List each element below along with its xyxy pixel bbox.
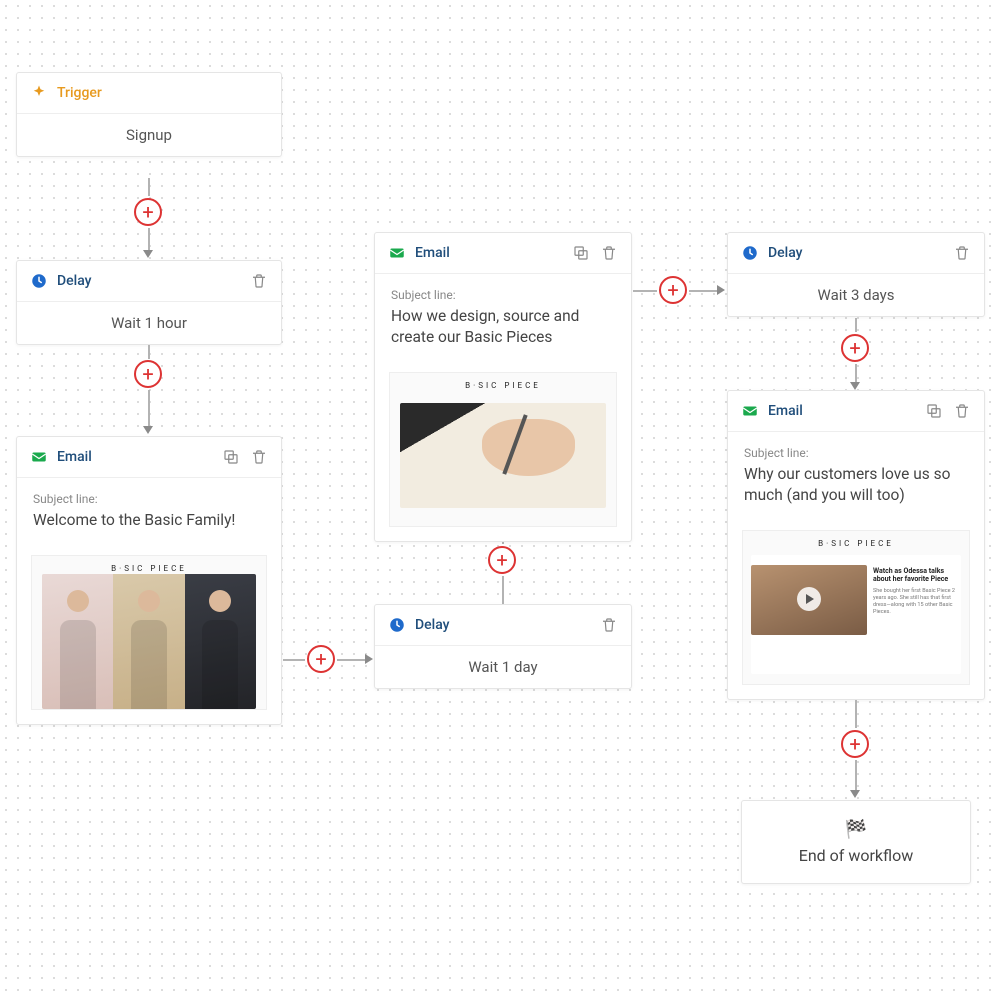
connector-line bbox=[855, 700, 857, 728]
arrowhead-down-icon bbox=[143, 250, 153, 258]
trash-icon[interactable] bbox=[249, 447, 269, 467]
email-body: Subject line: Why our customers love us … bbox=[728, 432, 984, 520]
delay-header: Delay bbox=[17, 261, 281, 302]
connector-line bbox=[148, 345, 150, 359]
clock-icon bbox=[740, 243, 760, 263]
subject-label: Subject line: bbox=[744, 446, 968, 460]
trash-icon[interactable] bbox=[599, 243, 619, 263]
testimonial-heading: Watch as Odessa talks about her favorite… bbox=[873, 567, 957, 584]
copy-icon[interactable] bbox=[924, 401, 944, 421]
email-header: Email bbox=[728, 391, 984, 432]
clock-icon bbox=[29, 271, 49, 291]
email-thumbnail: B·SIC PIECE Watch as Odessa talks about … bbox=[742, 530, 970, 685]
end-node: 🏁 End of workflow bbox=[741, 800, 971, 884]
thumbnail-brand: B·SIC PIECE bbox=[743, 539, 969, 548]
thumbnail-brand: B·SIC PIECE bbox=[32, 564, 266, 573]
delay-body: Wait 1 day bbox=[375, 646, 631, 688]
add-step-button[interactable]: + bbox=[488, 546, 516, 574]
add-step-button[interactable]: + bbox=[134, 198, 162, 226]
mail-icon bbox=[740, 401, 760, 421]
email-node-1[interactable]: Email Subject line: Welcome to the Basic… bbox=[16, 436, 282, 725]
add-step-button[interactable]: + bbox=[307, 645, 335, 673]
mail-icon bbox=[29, 447, 49, 467]
flag-icon: 🏁 bbox=[752, 819, 960, 840]
connector-line bbox=[689, 290, 717, 292]
trash-icon[interactable] bbox=[952, 401, 972, 421]
subject-label: Subject line: bbox=[391, 288, 615, 302]
connector-line bbox=[148, 228, 150, 250]
subject-label: Subject line: bbox=[33, 492, 265, 506]
delay-body: Wait 1 hour bbox=[17, 302, 281, 344]
trigger-node[interactable]: Trigger Signup bbox=[16, 72, 282, 157]
subject-text: Why our customers love us so much (and y… bbox=[744, 464, 968, 506]
arrowhead-right-icon bbox=[717, 285, 725, 295]
add-step-button[interactable]: + bbox=[134, 360, 162, 388]
delay-type-label: Delay bbox=[57, 273, 92, 289]
trigger-header: Trigger bbox=[17, 73, 281, 114]
play-icon bbox=[797, 587, 821, 611]
email-type-label: Email bbox=[415, 245, 450, 261]
add-step-button[interactable]: + bbox=[659, 276, 687, 304]
trigger-body: Signup bbox=[17, 114, 281, 156]
subject-text: Welcome to the Basic Family! bbox=[33, 510, 265, 531]
connector-line bbox=[148, 178, 150, 196]
connector-line bbox=[855, 318, 857, 332]
delay-header: Delay bbox=[728, 233, 984, 274]
email-body: Subject line: How we design, source and … bbox=[375, 274, 631, 362]
arrowhead-down-icon bbox=[850, 382, 860, 390]
thumbnail-brand: B·SIC PIECE bbox=[390, 381, 616, 390]
email-node-2[interactable]: Email Subject line: How we design, sourc… bbox=[374, 232, 632, 542]
testimonial-body: She bought her first Basic Piece 2 years… bbox=[873, 588, 957, 617]
connector-line bbox=[855, 364, 857, 382]
email-thumbnail: B·SIC PIECE bbox=[31, 555, 267, 710]
delay-header: Delay bbox=[375, 605, 631, 646]
trash-icon[interactable] bbox=[599, 615, 619, 635]
email-body: Subject line: Welcome to the Basic Famil… bbox=[17, 478, 281, 545]
trash-icon[interactable] bbox=[952, 243, 972, 263]
email-type-label: Email bbox=[768, 403, 803, 419]
connector-line bbox=[148, 390, 150, 426]
connector-line bbox=[855, 760, 857, 790]
end-label: End of workflow bbox=[799, 846, 914, 865]
delay-node-3[interactable]: Delay Wait 3 days bbox=[727, 232, 985, 317]
connector-line bbox=[502, 576, 504, 604]
trash-icon[interactable] bbox=[249, 271, 269, 291]
email-header: Email bbox=[17, 437, 281, 478]
connector-line bbox=[633, 290, 657, 292]
add-step-button[interactable]: + bbox=[841, 334, 869, 362]
arrowhead-down-icon bbox=[143, 426, 153, 434]
email-type-label: Email bbox=[57, 449, 92, 465]
copy-icon[interactable] bbox=[221, 447, 241, 467]
delay-body: Wait 3 days bbox=[728, 274, 984, 316]
arrowhead-right-icon bbox=[365, 654, 373, 664]
delay-type-label: Delay bbox=[415, 617, 450, 633]
email-thumbnail: B·SIC PIECE bbox=[389, 372, 617, 527]
email-node-3[interactable]: Email Subject line: Why our customers lo… bbox=[727, 390, 985, 700]
spark-icon bbox=[29, 83, 49, 103]
mail-icon bbox=[387, 243, 407, 263]
delay-node-1[interactable]: Delay Wait 1 hour bbox=[16, 260, 282, 345]
connector-line bbox=[283, 659, 305, 661]
subject-text: How we design, source and create our Bas… bbox=[391, 306, 615, 348]
copy-icon[interactable] bbox=[571, 243, 591, 263]
delay-node-2[interactable]: Delay Wait 1 day bbox=[374, 604, 632, 689]
arrowhead-down-icon bbox=[850, 790, 860, 798]
delay-type-label: Delay bbox=[768, 245, 803, 261]
connector-line bbox=[337, 659, 365, 661]
clock-icon bbox=[387, 615, 407, 635]
add-step-button[interactable]: + bbox=[841, 730, 869, 758]
trigger-type-label: Trigger bbox=[57, 85, 102, 101]
email-header: Email bbox=[375, 233, 631, 274]
